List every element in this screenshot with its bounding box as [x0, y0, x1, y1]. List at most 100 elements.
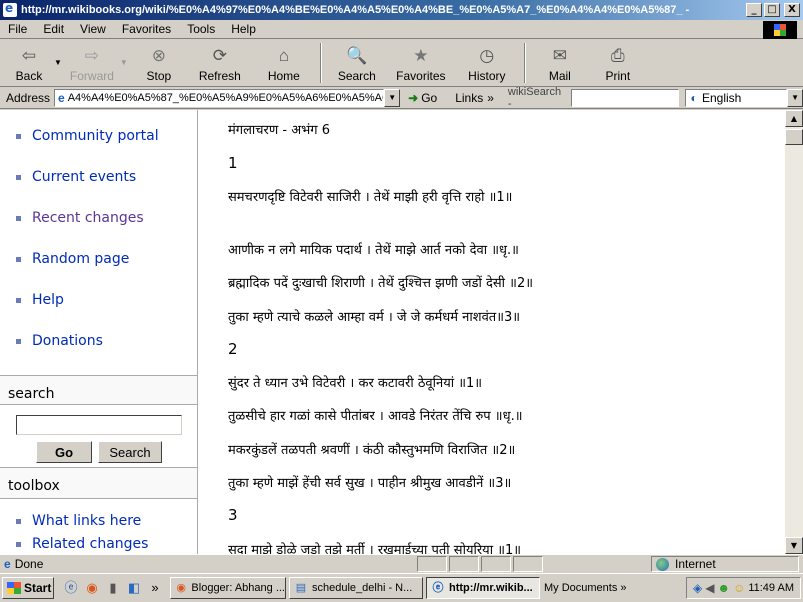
sidebar-search-button[interactable]: Search [98, 441, 162, 463]
status-panel [480, 556, 511, 572]
vertical-scrollbar[interactable]: ▲ ▼ [785, 110, 803, 554]
bullet-icon [16, 338, 21, 344]
stop-button[interactable]: ⊗ Stop [132, 40, 186, 86]
refresh-icon: ⟳ [212, 46, 227, 65]
section-number: 3 [228, 506, 238, 524]
address-input[interactable]: e A4%A4%E0%A5%87_%E0%A5%A9%E0%A5%A6%E0%A… [54, 88, 385, 107]
nav-help[interactable]: Help [16, 292, 64, 308]
sidebar-go-button[interactable]: Go [36, 441, 92, 463]
toolbox-what-links-here[interactable]: What links here [16, 513, 141, 529]
mail-button[interactable]: ✉ Mail [532, 40, 588, 86]
verse-line: समचरणदृष्टि विटेवरी साजिरी । तेथें माझी … [228, 190, 513, 205]
quick-launch: ⓔ ◉ ▮ ◧ » [62, 579, 167, 597]
history-button[interactable]: ◷ History [456, 40, 518, 86]
menu-tools[interactable]: Tools [179, 22, 223, 36]
menu-view[interactable]: View [72, 22, 114, 36]
tray-messenger-icon[interactable]: ☻ [717, 581, 730, 595]
links-label[interactable]: Links [455, 91, 483, 105]
menu-help[interactable]: Help [223, 22, 264, 36]
refresh-button[interactable]: ⟳ Refresh [186, 40, 254, 86]
scroll-down-icon[interactable]: ▼ [785, 537, 803, 554]
back-button[interactable]: ⇦ Back [6, 40, 52, 86]
nav-current-events[interactable]: Current events [16, 169, 136, 185]
nav-community-portal[interactable]: Community portal [16, 128, 159, 144]
go-button[interactable]: ➜ Go [408, 91, 437, 105]
bullet-icon [16, 133, 21, 139]
status-bar: e Done Internet [0, 554, 803, 573]
history-icon: ◷ [479, 46, 495, 65]
go-arrow-icon: ➜ [408, 90, 419, 105]
quicklaunch-app-icon[interactable]: ▮ [104, 579, 122, 597]
menu-file[interactable]: File [0, 22, 35, 36]
notepad-icon: ▤ [295, 582, 307, 594]
page-icon: e [58, 90, 65, 105]
ie-icon [3, 1, 17, 17]
stop-icon: ⊗ [151, 46, 166, 65]
status-panel [448, 556, 479, 572]
favorites-icon: ★ [413, 46, 429, 65]
verse-line: सदा माझे डोळे जडो तुझे मूर्ती । रखुमाईच्… [228, 543, 522, 554]
menu-favorites[interactable]: Favorites [114, 22, 179, 36]
navigation-box: Community portal Current events Recent c… [0, 110, 197, 376]
quicklaunch-ie-icon[interactable]: ⓔ [62, 579, 80, 597]
verse-line: मकरकुंडलें तळपती श्रवणीं । कंठी कौस्तुभम… [228, 443, 516, 458]
section-number: 1 [228, 154, 238, 172]
address-bar: Address e A4%A4%E0%A5%87_%E0%A5%A9%E0%A5… [0, 86, 803, 110]
bullet-icon [16, 215, 21, 221]
my-documents-toolbar[interactable]: My Documents » [544, 582, 626, 594]
sidebar-search-input[interactable] [16, 415, 182, 435]
back-arrow-icon: ⇦ [21, 46, 37, 65]
address-value: A4%A4%E0%A5%87_%E0%A5%A9%E0%A5%A6%E0%A5%… [67, 91, 385, 104]
scroll-up-icon[interactable]: ▲ [785, 110, 803, 127]
quicklaunch-desktop-icon[interactable]: ◧ [125, 579, 143, 597]
mail-icon: ✉ [552, 46, 567, 65]
status-text: Done [14, 557, 44, 571]
tray-smiley-icon[interactable]: ☺ [733, 581, 745, 595]
toolbar: ⇦ Back ▼ ⇨ Forward ▼ ⊗ Stop ⟳ Refresh ⌂ … [0, 40, 803, 87]
taskbar: Start ⓔ ◉ ▮ ◧ » ◉ Blogger: Abhang ... ▤ … [0, 573, 803, 602]
page-done-icon: e [4, 557, 11, 571]
section-number: 2 [228, 340, 238, 358]
window-title: http://mr.wikibooks.org/wiki/%E0%A4%97%E… [21, 4, 690, 16]
tray-network-icon[interactable]: ◈ [693, 581, 702, 595]
home-button[interactable]: ⌂ Home [254, 40, 314, 86]
address-dropdown-icon[interactable]: ▼ [384, 88, 401, 107]
search-button[interactable]: 🔍 Search [328, 40, 386, 86]
scroll-thumb[interactable] [785, 129, 803, 145]
print-button[interactable]: ⎙ Print [588, 40, 648, 86]
bullet-icon [16, 256, 21, 262]
toolbox-header: toolbox [8, 478, 60, 494]
task-wikibooks[interactable]: ⓔ http://mr.wikib... [426, 577, 540, 599]
back-dropdown-icon[interactable]: ▼ [54, 58, 62, 67]
home-icon: ⌂ [278, 46, 289, 65]
maximize-button[interactable]: □ [764, 3, 780, 17]
bullet-icon [16, 297, 21, 303]
toolbox-related-changes[interactable]: Related changes [16, 536, 148, 552]
minimize-button[interactable]: _ [746, 3, 762, 17]
language-dropdown-icon[interactable]: ▼ [787, 88, 803, 107]
nav-recent-changes[interactable]: Recent changes [16, 210, 144, 226]
nav-random-page[interactable]: Random page [16, 251, 129, 267]
translate-icon: ◐ [690, 90, 698, 105]
quicklaunch-firefox-icon[interactable]: ◉ [83, 579, 101, 597]
verse-line: आणीक न लगे मायिक पदार्थ । तेथें माझे आर्… [228, 243, 519, 258]
globe-icon [656, 557, 669, 571]
language-select[interactable]: ◐ English [684, 88, 788, 107]
nav-donations[interactable]: Donations [16, 333, 103, 349]
mydocs-chevron-icon[interactable]: » [620, 582, 626, 594]
verse-line: तुका म्हणे त्याचे कळले आम्हा वर्म । जे ज… [228, 310, 521, 325]
forward-button[interactable]: ⇨ Forward [66, 40, 118, 86]
links-chevron-icon[interactable]: » [487, 91, 494, 105]
wikisearch-input[interactable] [570, 88, 679, 107]
quicklaunch-chevron-icon[interactable]: » [146, 579, 164, 597]
favorites-button[interactable]: ★ Favorites [386, 40, 456, 86]
task-schedule[interactable]: ▤ schedule_delhi - N... [289, 577, 423, 599]
start-button[interactable]: Start [2, 577, 54, 599]
bullet-icon [16, 518, 21, 524]
wikisearch-label[interactable]: wikiSearch - [508, 86, 567, 110]
menu-edit[interactable]: Edit [35, 22, 72, 36]
tray-volume-icon[interactable]: ◀ [705, 581, 714, 595]
forward-dropdown-icon[interactable]: ▼ [120, 58, 128, 67]
task-blogger[interactable]: ◉ Blogger: Abhang ... [170, 577, 286, 599]
close-button[interactable]: X [784, 3, 800, 17]
